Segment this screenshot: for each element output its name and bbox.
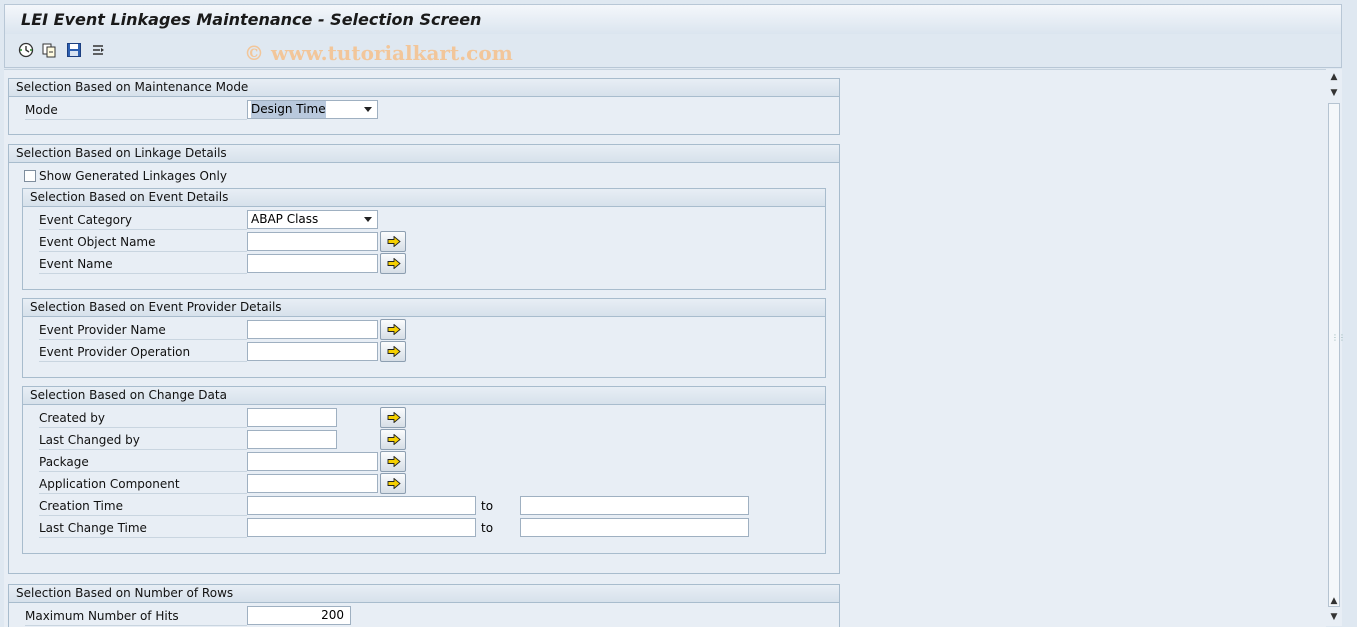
arrow-right-icon xyxy=(387,236,401,247)
multiple-selection-button[interactable] xyxy=(380,319,406,340)
mode-dropdown[interactable]: Design Time xyxy=(247,100,378,119)
block-event-details: Selection Based on Event Details Event C… xyxy=(22,188,826,290)
max-hits-label: Maximum Number of Hits xyxy=(25,606,247,626)
event-name-label: Event Name xyxy=(39,254,247,274)
last-change-time-label: Last Change Time xyxy=(39,518,247,538)
arrow-right-icon xyxy=(387,346,401,357)
arrow-right-icon xyxy=(387,412,401,423)
scroll-bottom-icon[interactable]: ▼ xyxy=(1329,612,1339,622)
block-title: Selection Based on Change Data xyxy=(23,387,825,405)
last-change-time-to-input[interactable] xyxy=(520,518,749,537)
selection-screen: Selection Based on Maintenance Mode Mode… xyxy=(4,69,1326,627)
package-label: Package xyxy=(39,452,247,472)
block-linkage-details: Selection Based on Linkage Details Show … xyxy=(8,144,840,574)
scroll-up-icon[interactable]: ▼ xyxy=(1329,88,1339,98)
arrow-right-icon xyxy=(387,478,401,489)
event-category-value: ABAP Class xyxy=(251,212,319,226)
event-name-input[interactable] xyxy=(247,254,378,273)
multiple-selection-button[interactable] xyxy=(380,451,406,472)
multiple-selection-button[interactable] xyxy=(380,341,406,362)
generated-linkages-checkbox[interactable] xyxy=(24,170,36,182)
creation-time-label: Creation Time xyxy=(39,496,247,516)
application-component-input[interactable] xyxy=(247,474,378,493)
block-title: Selection Based on Number of Rows xyxy=(9,585,839,603)
page-title: LEI Event Linkages Maintenance - Selecti… xyxy=(21,10,482,29)
event-provider-operation-label: Event Provider Operation xyxy=(39,342,247,362)
get-variant-icon[interactable] xyxy=(41,42,57,58)
package-input[interactable] xyxy=(247,452,378,471)
block-maintenance-mode: Selection Based on Maintenance Mode Mode… xyxy=(8,78,840,135)
block-change-data: Selection Based on Change Data Created b… xyxy=(22,386,826,554)
block-title: Selection Based on Linkage Details xyxy=(9,145,839,163)
event-object-name-input[interactable] xyxy=(247,232,378,251)
range-to-label: to xyxy=(481,499,494,513)
save-variant-icon[interactable] xyxy=(66,42,82,58)
block-title: Selection Based on Maintenance Mode xyxy=(9,79,839,97)
chevron-down-icon[interactable] xyxy=(364,217,372,222)
execute-icon[interactable] xyxy=(18,42,34,58)
multiple-selection-button[interactable] xyxy=(380,231,406,252)
range-to-label: to xyxy=(481,521,494,535)
mode-selected-value: Design Time xyxy=(251,101,326,118)
scroll-top-icon[interactable]: ▲ xyxy=(1329,72,1339,82)
application-toolbar xyxy=(4,34,1342,68)
multiple-selection-button[interactable] xyxy=(380,407,406,428)
arrow-right-icon xyxy=(387,434,401,445)
event-category-label: Event Category xyxy=(39,210,247,230)
generated-linkages-label: Show Generated Linkages Only xyxy=(39,169,227,183)
last-changed-by-label: Last Changed by xyxy=(39,430,247,450)
event-provider-operation-input[interactable] xyxy=(247,342,378,361)
multiple-selection-button[interactable] xyxy=(380,473,406,494)
arrow-right-icon xyxy=(387,258,401,269)
creation-time-to-input[interactable] xyxy=(520,496,749,515)
arrow-right-icon xyxy=(387,456,401,467)
vertical-scrollbar[interactable]: ▲ ▼ ⋮⋮ ▲ ▼ xyxy=(1326,69,1346,626)
application-component-label: Application Component xyxy=(39,474,247,494)
dynamic-selections-icon[interactable] xyxy=(90,42,106,58)
created-by-input[interactable] xyxy=(247,408,337,427)
event-provider-name-label: Event Provider Name xyxy=(39,320,247,340)
max-hits-input[interactable]: 200 xyxy=(247,606,351,625)
event-object-name-label: Event Object Name xyxy=(39,232,247,252)
grip-icon: ⋮⋮ xyxy=(1331,333,1346,342)
mode-label: Mode xyxy=(25,100,247,120)
arrow-right-icon xyxy=(387,324,401,335)
block-number-of-rows: Selection Based on Number of Rows Maximu… xyxy=(8,584,840,627)
title-bar: LEI Event Linkages Maintenance - Selecti… xyxy=(4,4,1342,34)
last-change-time-from-input[interactable] xyxy=(247,518,476,537)
scroll-down-icon[interactable]: ▲ xyxy=(1329,596,1339,606)
last-changed-by-input[interactable] xyxy=(247,430,337,449)
event-category-dropdown[interactable]: ABAP Class xyxy=(247,210,378,229)
multiple-selection-button[interactable] xyxy=(380,253,406,274)
creation-time-from-input[interactable] xyxy=(247,496,476,515)
block-title: Selection Based on Event Details xyxy=(23,189,825,207)
block-title: Selection Based on Event Provider Detail… xyxy=(23,299,825,317)
watermark: © www.tutorialkart.com xyxy=(244,41,513,65)
event-provider-name-input[interactable] xyxy=(247,320,378,339)
block-event-provider-details: Selection Based on Event Provider Detail… xyxy=(22,298,826,378)
multiple-selection-button[interactable] xyxy=(380,429,406,450)
created-by-label: Created by xyxy=(39,408,247,428)
chevron-down-icon[interactable] xyxy=(364,107,372,112)
scrollbar-thumb[interactable] xyxy=(1328,103,1340,607)
